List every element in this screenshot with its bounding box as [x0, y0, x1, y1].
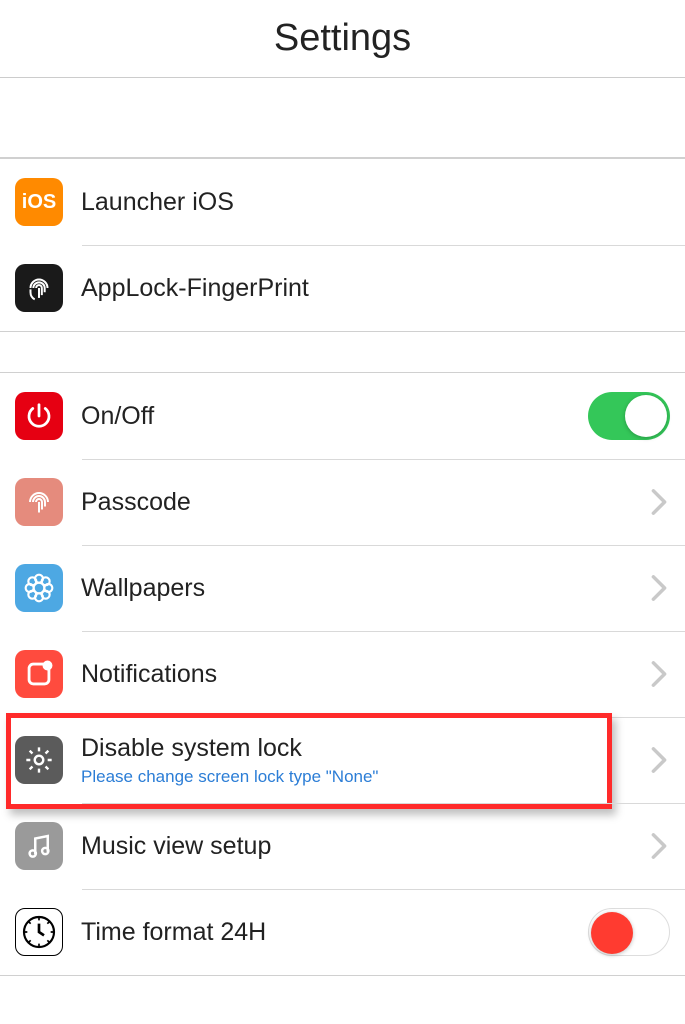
chevron-icon: [650, 488, 668, 516]
row-wallpapers[interactable]: Wallpapers: [0, 545, 685, 631]
row-passcode[interactable]: Passcode: [0, 459, 685, 545]
power-icon: [15, 392, 63, 440]
chevron-icon: [650, 746, 668, 774]
row-notifications[interactable]: Notifications: [0, 631, 685, 717]
label-music: Music view setup: [81, 832, 650, 861]
page-title: Settings: [274, 17, 411, 60]
row-applock[interactable]: AppLock-FingerPrint: [0, 245, 685, 331]
label-launcher-ios: Launcher iOS: [81, 188, 670, 217]
row-music-view-setup[interactable]: Music view setup: [0, 803, 685, 889]
clock-icon: [15, 908, 63, 956]
toggle-onoff[interactable]: [588, 392, 670, 440]
fingerprint-icon: [15, 264, 63, 312]
gear-icon: [15, 736, 63, 784]
chevron-icon: [650, 574, 668, 602]
ios-icon: iOS: [15, 178, 63, 226]
label-applock: AppLock-FingerPrint: [81, 274, 670, 303]
label-disable-lock: Disable system lock: [81, 734, 650, 763]
music-icon: [15, 822, 63, 870]
label-onoff: On/Off: [81, 402, 588, 431]
label-notifications: Notifications: [81, 660, 650, 689]
group-lockscreen: On/Off Passcode: [0, 372, 685, 976]
row-disable-system-lock[interactable]: Disable system lock Please change screen…: [0, 717, 685, 803]
notifications-icon: [15, 650, 63, 698]
label-passcode: Passcode: [81, 488, 650, 517]
blank-section: [0, 78, 685, 158]
subtitle-disable-lock: Please change screen lock type "None": [81, 767, 650, 787]
label-time24: Time format 24H: [81, 918, 588, 947]
wallpapers-icon: [15, 564, 63, 612]
row-launcher-ios[interactable]: iOS Launcher iOS: [0, 159, 685, 245]
group-launchers: iOS Launcher iOS AppLock-FingerPrint: [0, 158, 685, 332]
chevron-icon: [650, 660, 668, 688]
chevron-icon: [650, 832, 668, 860]
row-onoff[interactable]: On/Off: [0, 373, 685, 459]
label-wallpapers: Wallpapers: [81, 574, 650, 603]
settings-header: Settings: [0, 0, 685, 78]
passcode-icon: [15, 478, 63, 526]
toggle-time24[interactable]: [588, 908, 670, 956]
row-time-format-24h[interactable]: Time format 24H: [0, 889, 685, 975]
section-gap: [0, 332, 685, 372]
